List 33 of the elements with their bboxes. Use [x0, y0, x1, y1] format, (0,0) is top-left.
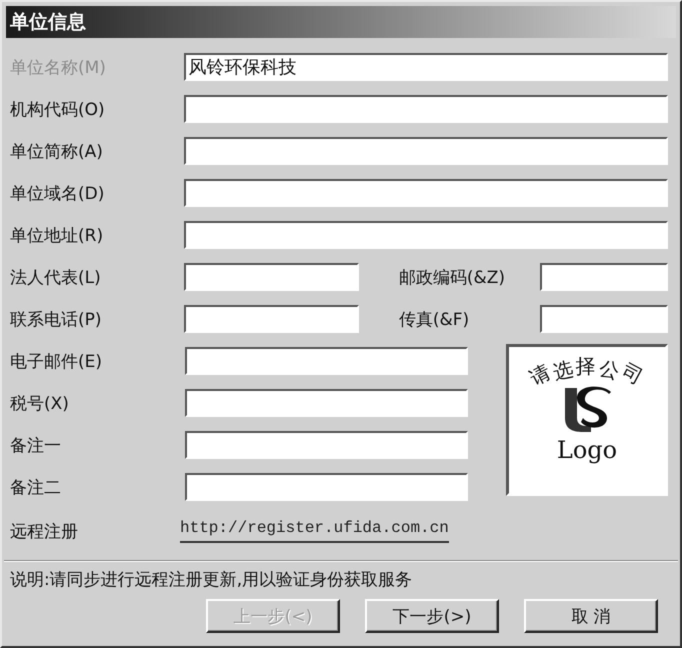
window-title: 单位信息: [9, 10, 86, 35]
field-label: 单位名称(M): [10, 56, 107, 78]
input-field[interactable]: [185, 431, 468, 459]
note-text: 说明:请同步进行远程注册更新,用以验证身份获取服务: [10, 569, 414, 591]
field-label: 备注一: [10, 434, 62, 456]
input-field[interactable]: [540, 263, 668, 291]
field-label: 机构代码(O): [10, 98, 106, 120]
field-label: 远程注册: [10, 520, 79, 542]
wizard-button[interactable]: 下一步(>): [365, 599, 499, 633]
field-label: 联系电话(P): [10, 308, 103, 330]
input-field[interactable]: [184, 95, 668, 123]
field-label: 邮政编码(&Z): [398, 266, 506, 288]
emblem-icon: [565, 386, 611, 432]
input-field[interactable]: [184, 221, 668, 249]
field-label: 电子邮件(E): [10, 350, 104, 372]
field-label: 单位地址(R): [10, 224, 104, 246]
field-label: 传真(&F): [398, 308, 470, 330]
wizard-button[interactable]: 取 消: [524, 599, 658, 633]
input-field[interactable]: [184, 137, 668, 165]
field-label: 法人代表(L): [10, 266, 102, 288]
register-link[interactable]: http://register.ufida.com.cn: [180, 519, 449, 543]
input-field[interactable]: [185, 473, 468, 501]
field-label: 单位简称(A): [10, 140, 104, 162]
logo-button[interactable]: 请选择公司 Logo: [506, 344, 668, 496]
input-field[interactable]: [185, 347, 468, 375]
field-label: 单位域名(D): [10, 182, 106, 204]
input-field[interactable]: [540, 305, 668, 333]
input-field[interactable]: [184, 305, 359, 333]
input-field[interactable]: [184, 263, 359, 291]
field-label: 备注二: [10, 476, 62, 498]
field-label: 税号(X): [10, 392, 70, 414]
input-field[interactable]: [184, 179, 668, 207]
input-field[interactable]: [185, 389, 468, 417]
